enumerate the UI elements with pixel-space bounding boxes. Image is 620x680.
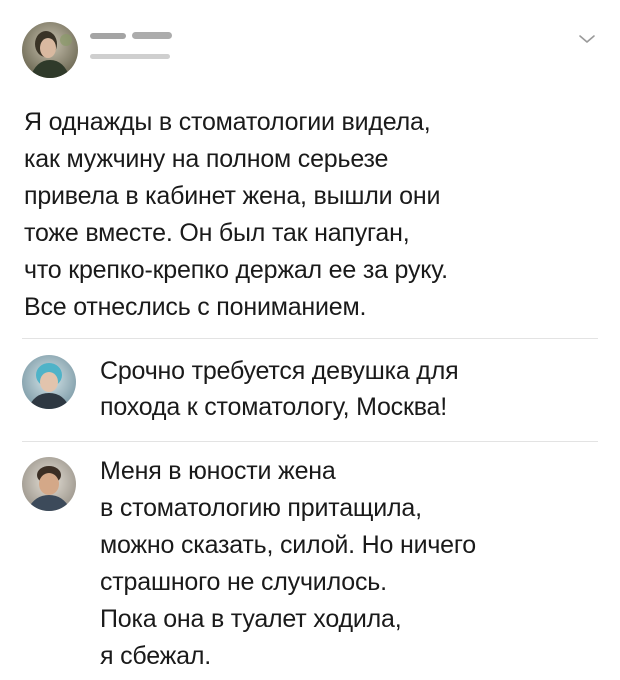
divider xyxy=(22,441,598,442)
post-text: Я однажды в стоматологии видела, как муж… xyxy=(24,108,448,321)
reply: Срочно требуется девушка для похода к ст… xyxy=(22,353,602,433)
author-avatar[interactable] xyxy=(22,22,78,78)
reply-avatar[interactable] xyxy=(22,355,76,409)
chevron-down-icon[interactable] xyxy=(578,32,596,46)
reply-text: Срочно требуется девушка для похода к ст… xyxy=(100,357,459,421)
reply: Меня в юности жена в стоматологию притащ… xyxy=(22,453,602,673)
author-name-blurred[interactable] xyxy=(90,28,180,42)
reply-avatar[interactable] xyxy=(22,457,76,511)
post-header xyxy=(22,22,602,82)
reply-text: Меня в юности жена в стоматологию притащ… xyxy=(100,457,476,670)
divider xyxy=(22,338,598,339)
author-handle-blurred xyxy=(90,50,190,62)
